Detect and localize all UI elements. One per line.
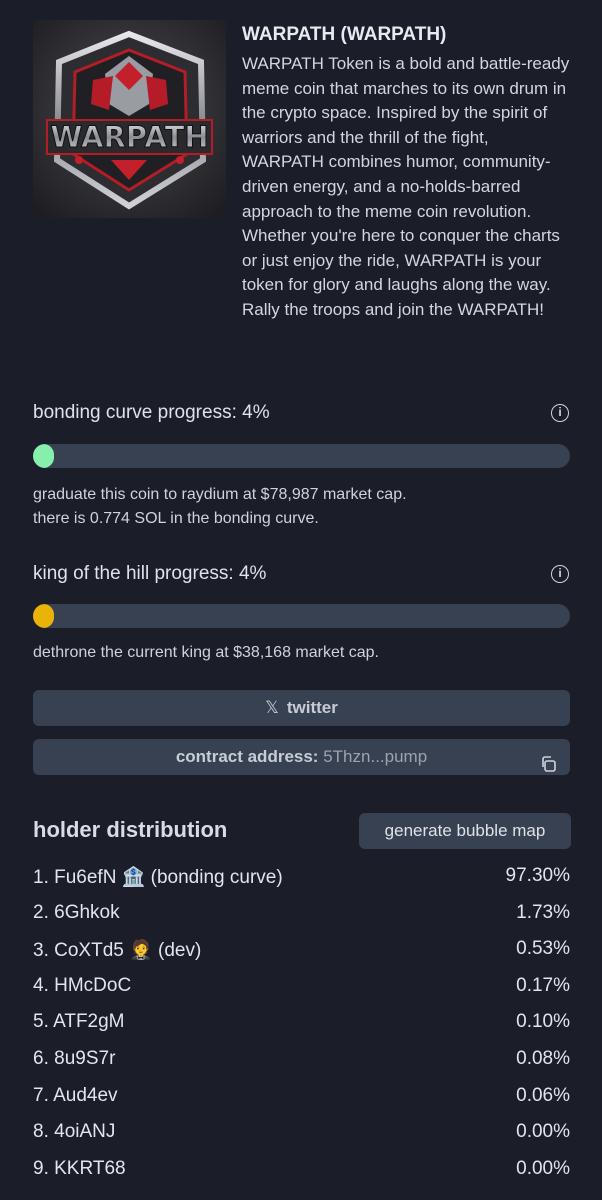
- king-of-the-hill-progress-fill: [33, 604, 55, 628]
- twitter-label: twitter: [286, 698, 338, 717]
- holder-percentage: 97.30%: [505, 865, 570, 886]
- bonding-curve-note-2: there is 0.774 SOL in the bonding curve.: [33, 510, 319, 527]
- holder-name[interactable]: 1. Fu6efN 🏦 (bonding curve): [33, 865, 283, 889]
- bonding-curve-note-1: graduate this coin to raydium at $78,987…: [33, 486, 407, 503]
- token-description: WARPATH Token is a bold and battle-ready…: [242, 54, 570, 319]
- token-logo: WARPATH: [33, 20, 226, 218]
- holder-name[interactable]: 9. KKRT68: [33, 1158, 126, 1180]
- bonding-curve-progress-bar: [33, 444, 570, 468]
- generate-bubble-map-button[interactable]: generate bubble map: [359, 813, 571, 849]
- holder-row[interactable]: 8. 4oiANJ 0.00%: [33, 1121, 570, 1147]
- holder-percentage: 1.73%: [516, 901, 570, 923]
- x-logo-icon: 𝕏: [265, 698, 279, 717]
- holder-row[interactable]: 9. KKRT68 0.00%: [33, 1158, 570, 1184]
- holder-name[interactable]: 8. 4oiANJ: [33, 1121, 115, 1143]
- holder-row[interactable]: 7. Aud4ev 0.06%: [33, 1085, 570, 1111]
- contract-address-value: 5Thzn...pump: [323, 747, 428, 766]
- twitter-button[interactable]: 𝕏twitter: [33, 690, 570, 726]
- holder-percentage: 0.00%: [516, 1157, 570, 1179]
- holder-row[interactable]: 5. ATF2gM 0.10%: [33, 1011, 570, 1037]
- holder-percentage: 0.00%: [516, 1121, 570, 1143]
- logo-wordmark: WARPATH: [50, 120, 208, 154]
- holder-name[interactable]: 4. HMcDoC: [33, 975, 131, 997]
- holder-name[interactable]: 5. ATF2gM: [33, 1011, 125, 1033]
- token-title: WARPATH (WARPATH): [242, 24, 447, 45]
- holder-percentage: 0.53%: [516, 938, 570, 960]
- king-of-the-hill-note: dethrone the current king at $38,168 mar…: [33, 644, 379, 661]
- contract-address-button[interactable]: contract address: 5Thzn...pump: [33, 739, 570, 775]
- holder-percentage: 0.08%: [516, 1048, 570, 1069]
- holder-percentage: 0.17%: [516, 974, 570, 996]
- holder-name[interactable]: 7. Aud4ev: [33, 1085, 118, 1107]
- king-of-the-hill-label: king of the hill progress: 4%: [33, 563, 267, 584]
- info-icon[interactable]: i: [551, 404, 569, 422]
- holder-row[interactable]: 3. CoXTd5 🤵 (dev) 0.53%: [33, 938, 570, 964]
- contract-address-label: contract address:: [175, 747, 319, 766]
- holder-row[interactable]: 1. Fu6efN 🏦 (bonding curve) 97.30%: [33, 865, 570, 891]
- holder-name[interactable]: 2. 6Ghkok: [33, 902, 120, 924]
- holder-row[interactable]: 6. 8u9S7r 0.08%: [33, 1048, 570, 1074]
- holder-percentage: 0.10%: [516, 1011, 570, 1033]
- copy-icon[interactable]: [540, 749, 556, 772]
- king-of-the-hill-progress-bar: [33, 604, 570, 628]
- holder-row[interactable]: 2. 6Ghkok 1.73%: [33, 902, 570, 928]
- holder-name[interactable]: 3. CoXTd5 🤵 (dev): [33, 938, 201, 962]
- holder-row[interactable]: 4. HMcDoC 0.17%: [33, 975, 570, 1001]
- holder-percentage: 0.06%: [516, 1084, 570, 1106]
- bonding-curve-progress-fill: [33, 444, 55, 468]
- bonding-curve-label: bonding curve progress: 4%: [33, 402, 270, 423]
- holder-distribution-title: holder distribution: [33, 817, 228, 842]
- holder-name[interactable]: 6. 8u9S7r: [33, 1048, 115, 1070]
- info-icon[interactable]: i: [551, 565, 569, 583]
